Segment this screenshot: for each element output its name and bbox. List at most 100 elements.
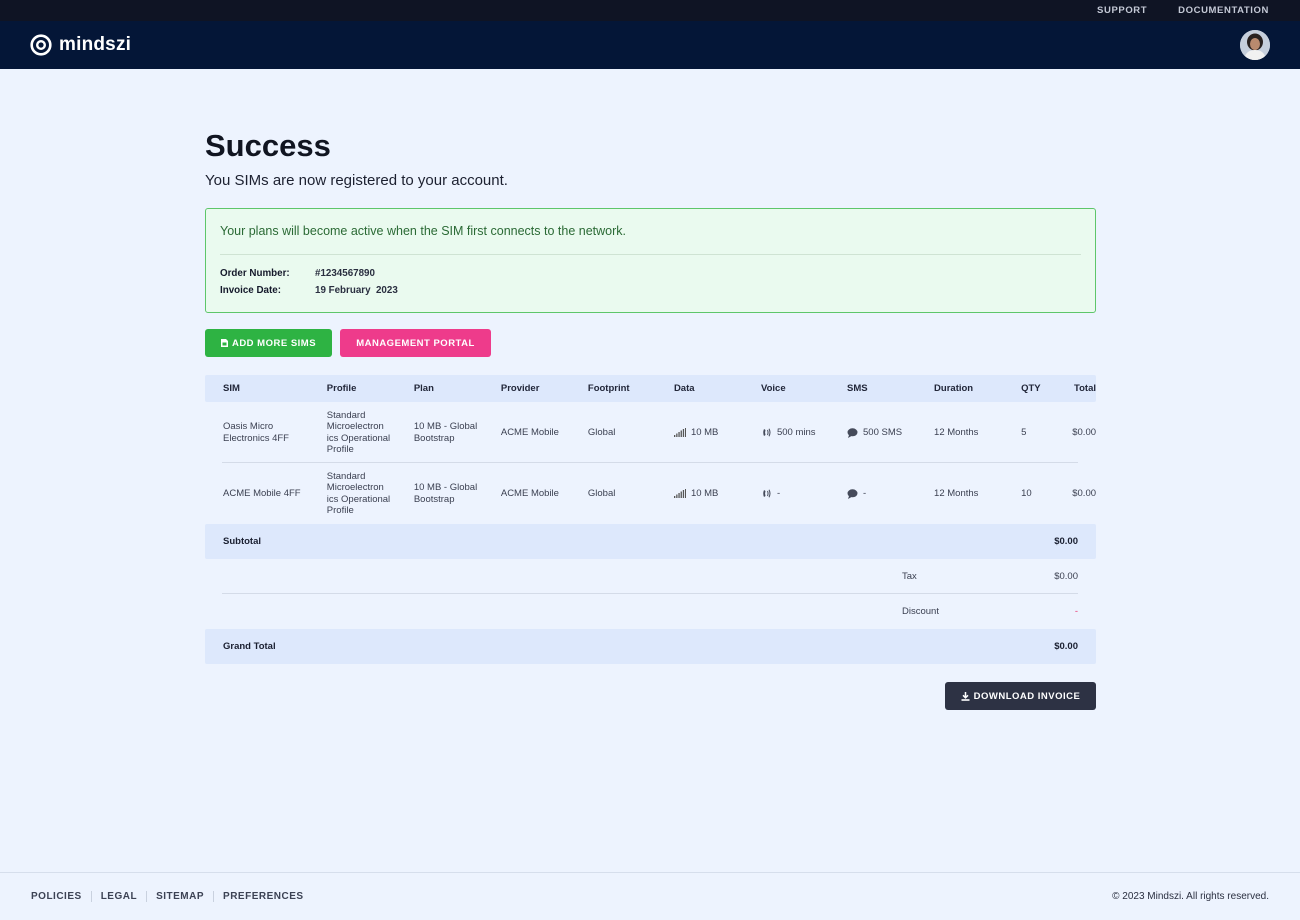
tax-value: $0.00 xyxy=(1054,571,1078,582)
discount-label: Discount xyxy=(902,606,939,617)
cell-footprint: Global xyxy=(587,426,616,438)
order-table: SIM Profile Plan Provider Footprint Data… xyxy=(205,375,1096,664)
table-row: ACME Mobile 4FF Standard Microelectron i… xyxy=(205,463,1096,524)
footer-link-preferences[interactable]: PREFERENCES xyxy=(223,891,304,902)
grand-total-value: $0.00 xyxy=(1054,641,1078,652)
success-alert: Your plans will become active when the S… xyxy=(205,208,1096,313)
add-more-sims-button[interactable]: ADD MORE SIMS xyxy=(205,329,332,357)
footer-link-sitemap[interactable]: SITEMAP xyxy=(156,891,204,902)
invoice-date-label: Invoice Date: xyxy=(220,285,281,296)
brand-logo[interactable]: mindszi xyxy=(30,34,131,56)
cell-sms: - xyxy=(829,488,916,500)
data-value: 10 MB xyxy=(690,426,719,438)
cell-sms: 500 SMS xyxy=(829,427,916,439)
phone-ringing-icon xyxy=(763,428,771,437)
cell-total: $0.00 xyxy=(1072,487,1097,499)
table-header: SIM Profile Plan Provider Footprint Data… xyxy=(205,375,1096,402)
cell-provider: ACME Mobile xyxy=(500,487,559,499)
signal-icon xyxy=(673,489,686,498)
sim-card-icon xyxy=(220,339,228,347)
phone-ringing-icon xyxy=(763,489,771,498)
app-header: mindszi xyxy=(0,21,1300,69)
copyright-text: © 2023 Mindszi. All rights reserved. xyxy=(1112,891,1269,902)
invoice-date-row: Invoice Date: 19 February 2023 xyxy=(220,282,1081,299)
main-content: Success You SIMs are now registered to y… xyxy=(205,69,1096,710)
management-portal-button[interactable]: MANAGEMENT PORTAL xyxy=(340,329,491,357)
cell-duration: 12 Months xyxy=(934,487,979,499)
cell-provider: ACME Mobile xyxy=(500,426,559,438)
col-footprint: Footprint xyxy=(587,382,630,394)
cell-sim: Oasis Micro Electronics 4FF xyxy=(223,421,289,444)
cell-plan: 10 MB - Global Bootstrap xyxy=(413,421,478,444)
alert-divider xyxy=(220,254,1081,255)
footer-separator xyxy=(90,891,92,902)
discount-row: Discount - xyxy=(205,594,1096,629)
download-invoice-button[interactable]: DOWNLOAD INVOICE xyxy=(945,682,1096,710)
col-voice: Voice xyxy=(760,382,786,394)
footer-link-legal[interactable]: LEGAL xyxy=(101,891,137,902)
add-more-sims-label: ADD MORE SIMS xyxy=(231,337,317,349)
signal-icon xyxy=(673,428,686,437)
utility-bar: SUPPORT DOCUMENTATION xyxy=(0,0,1300,21)
subtotal-value: $0.00 xyxy=(1054,536,1078,547)
cell-sim: ACME Mobile 4FF xyxy=(223,487,301,499)
data-value: 10 MB xyxy=(690,487,719,499)
footer-separator xyxy=(213,891,215,902)
cell-voice: 500 mins xyxy=(743,427,829,439)
col-profile: Profile xyxy=(326,382,357,394)
cell-qty: 10 xyxy=(1021,487,1032,499)
cell-qty: 5 xyxy=(1021,426,1027,438)
invoice-date-value: 19 February 2023 xyxy=(315,285,398,296)
alert-message: Your plans will become active when the S… xyxy=(220,224,626,238)
footer-links: POLICIES LEGAL SITEMAP PREFERENCES xyxy=(31,891,304,902)
avatar-image xyxy=(1240,30,1270,60)
cell-footprint: Global xyxy=(587,487,616,499)
grand-total-row: Grand Total $0.00 xyxy=(205,629,1096,664)
cell-profile: Standard Microelectron ics Operational P… xyxy=(326,409,391,456)
chat-bubble-icon xyxy=(847,427,858,438)
col-data: Data xyxy=(673,382,695,394)
cell-data: 10 MB xyxy=(656,488,743,500)
tax-row: Tax $0.00 xyxy=(205,559,1096,594)
table-row: Oasis Micro Electronics 4FF Standard Mic… xyxy=(205,402,1096,463)
brand-name: mindszi xyxy=(59,34,132,55)
footer-link-policies[interactable]: POLICIES xyxy=(31,891,82,902)
cell-voice: - xyxy=(743,488,829,500)
page-subtitle: You SIMs are now registered to your acco… xyxy=(205,172,508,189)
col-total: Total xyxy=(1074,382,1097,394)
voice-value: - xyxy=(776,487,781,499)
order-number-value: #1234567890 xyxy=(315,268,375,279)
order-number-row: Order Number: #1234567890 xyxy=(220,265,1081,282)
download-icon xyxy=(961,691,970,701)
support-link[interactable]: SUPPORT xyxy=(1097,5,1147,16)
page-footer: POLICIES LEGAL SITEMAP PREFERENCES © 202… xyxy=(0,872,1300,920)
cell-data: 10 MB xyxy=(656,427,743,439)
download-area: DOWNLOAD INVOICE xyxy=(205,682,1096,710)
voice-value: 500 mins xyxy=(776,426,816,438)
col-duration: Duration xyxy=(934,382,974,394)
col-provider: Provider xyxy=(500,382,540,394)
download-invoice-label: DOWNLOAD INVOICE xyxy=(973,690,1081,702)
col-plan: Plan xyxy=(413,382,434,394)
footer-separator xyxy=(146,891,148,902)
user-avatar[interactable] xyxy=(1240,30,1270,60)
cell-total: $0.00 xyxy=(1072,426,1097,438)
action-buttons: ADD MORE SIMS MANAGEMENT PORTAL xyxy=(205,329,1096,357)
order-number-label: Order Number: xyxy=(220,268,290,279)
grand-total-label: Grand Total xyxy=(223,641,276,652)
documentation-link[interactable]: DOCUMENTATION xyxy=(1178,5,1269,16)
subtotal-label: Subtotal xyxy=(223,536,261,547)
discount-value: - xyxy=(1074,606,1078,617)
cell-profile: Standard Microelectron ics Operational P… xyxy=(326,470,391,517)
col-qty: QTY xyxy=(1021,382,1041,394)
management-portal-label: MANAGEMENT PORTAL xyxy=(356,337,475,349)
cell-duration: 12 Months xyxy=(934,426,979,438)
sms-value: 500 SMS xyxy=(863,426,903,438)
cell-plan: 10 MB - Global Bootstrap xyxy=(413,482,478,505)
chat-bubble-icon xyxy=(847,488,858,499)
col-sim: SIM xyxy=(223,382,240,394)
subtotal-row: Subtotal $0.00 xyxy=(205,524,1096,559)
brand-mark-icon xyxy=(30,34,52,56)
sms-value: - xyxy=(863,487,867,499)
page-title: Success xyxy=(205,128,331,163)
